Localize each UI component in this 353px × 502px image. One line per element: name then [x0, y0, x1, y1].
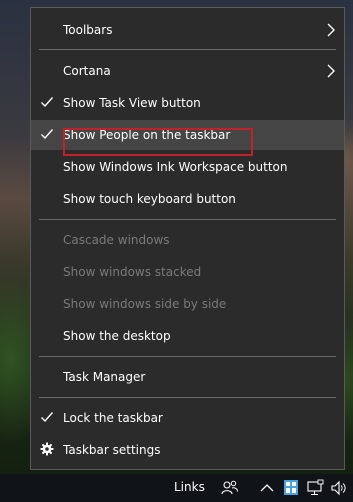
chevron-right-icon — [327, 23, 335, 37]
gear-icon — [40, 442, 54, 456]
menu-item-show-windows-stacked: Show windows stacked — [31, 257, 344, 287]
menu-item-label: Show Task View button — [63, 96, 201, 110]
menu-item-show-people-on-taskbar[interactable]: Show People on the taskbar — [31, 120, 344, 150]
menu-item-cascade-windows: Cascade windows — [31, 225, 344, 255]
chevron-up-icon[interactable] — [258, 479, 276, 497]
menu-item-label: Show windows stacked — [63, 265, 202, 279]
menu-item-label: Show the desktop — [63, 329, 171, 343]
checkmark-icon — [41, 97, 54, 108]
taskbar: Links — [0, 474, 353, 502]
menu-item-show-the-desktop[interactable]: Show the desktop — [31, 321, 344, 351]
menu-item-toolbars[interactable]: Toolbars — [31, 15, 344, 45]
ime-icon[interactable] — [282, 479, 300, 497]
volume-icon[interactable] — [330, 479, 348, 497]
checkmark-icon — [41, 412, 54, 423]
menu-item-show-windows-side-by-side: Show windows side by side — [31, 289, 344, 319]
menu-separator — [39, 397, 336, 398]
taskbar-context-menu: Toolbars Cortana Show Task View button S… — [30, 7, 345, 470]
menu-item-task-manager[interactable]: Task Manager — [31, 362, 344, 392]
menu-item-label: Show Windows Ink Workspace button — [63, 160, 288, 174]
menu-item-label: Toolbars — [63, 23, 113, 37]
menu-item-label: Cortana — [63, 64, 111, 78]
menu-item-label: Show People on the taskbar — [63, 128, 231, 142]
menu-separator — [39, 219, 336, 220]
menu-item-label: Lock the taskbar — [63, 411, 163, 425]
menu-item-cortana[interactable]: Cortana — [31, 56, 344, 86]
chevron-right-icon — [327, 64, 335, 78]
checkmark-icon — [41, 129, 54, 140]
menu-item-lock-the-taskbar[interactable]: Lock the taskbar — [31, 403, 344, 433]
menu-item-label: Taskbar settings — [63, 443, 161, 457]
menu-item-show-task-view-button[interactable]: Show Task View button — [31, 88, 344, 118]
people-icon[interactable] — [221, 479, 239, 497]
menu-item-label: Show touch keyboard button — [63, 192, 236, 206]
menu-item-label: Show windows side by side — [63, 297, 227, 311]
menu-item-label: Task Manager — [63, 370, 146, 384]
menu-item-taskbar-settings[interactable]: Taskbar settings — [31, 435, 344, 465]
menu-item-show-touch-keyboard-button[interactable]: Show touch keyboard button — [31, 184, 344, 214]
network-icon[interactable] — [306, 479, 324, 497]
links-toolbar[interactable]: Links — [174, 480, 205, 494]
menu-separator — [39, 49, 336, 50]
menu-separator — [39, 356, 336, 357]
menu-item-label: Cascade windows — [63, 233, 170, 247]
menu-item-show-windows-ink-workspace-button[interactable]: Show Windows Ink Workspace button — [31, 152, 344, 182]
